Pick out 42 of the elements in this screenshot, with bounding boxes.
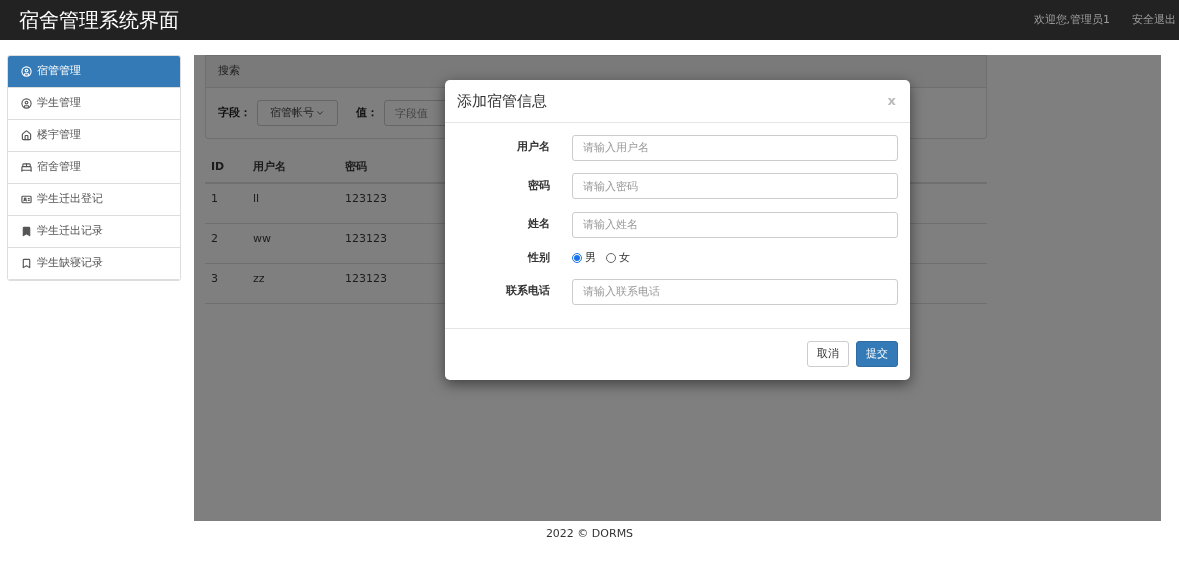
cancel-button[interactable]: 取消 <box>807 341 849 367</box>
table-cell: ww <box>253 231 271 245</box>
table-cell: zz <box>253 271 265 285</box>
value-label: 值： <box>356 104 378 121</box>
table-cell: ll <box>253 192 260 205</box>
field-label: 姓名 <box>527 216 550 232</box>
field-label: 密码 <box>527 177 550 194</box>
radio-option[interactable]: 男 <box>572 249 596 266</box>
field-label: 联系电话 <box>505 283 550 299</box>
text-field[interactable]: 请输入用户名 <box>572 134 898 161</box>
user-icon <box>21 66 32 77</box>
house-icon <box>21 130 32 141</box>
bookmark-icon <box>21 226 32 237</box>
table-cell: 1 <box>211 192 218 205</box>
id-card-icon <box>21 194 32 205</box>
column-header: ID <box>211 160 225 174</box>
app-title: 宿舍管理系统界面 <box>19 7 179 34</box>
radio-option[interactable]: 女 <box>606 249 630 266</box>
bed-icon <box>21 162 32 173</box>
table-cell: 2 <box>211 231 218 245</box>
text-field[interactable]: 请输入密码 <box>572 173 898 199</box>
user-icon <box>21 98 32 109</box>
table-cell: 3 <box>211 271 218 285</box>
field-label: 字段： <box>218 104 251 121</box>
chevron-down-icon <box>315 108 325 118</box>
field-label: 用户名 <box>516 139 550 155</box>
bookmark-icon <box>21 258 32 269</box>
column-header: 密码 <box>345 160 367 174</box>
field-select[interactable]: 宿管帐号 <box>257 100 338 126</box>
search-heading: 搜索 <box>218 63 240 80</box>
table-cell: 123123 <box>345 192 387 205</box>
text-field[interactable]: 请输入联系电话 <box>572 278 898 305</box>
text-field[interactable]: 请输入姓名 <box>572 211 898 238</box>
sidebar-item[interactable]: 宿管管理 <box>8 56 180 88</box>
column-header: 用户名 <box>253 160 286 174</box>
footer-text: 2022 © DORMS <box>545 526 634 542</box>
logout-link[interactable]: 安全退出 <box>1132 11 1176 29</box>
table-cell: 123123 <box>345 271 387 285</box>
submit-button[interactable]: 提交 <box>856 341 898 367</box>
table-cell: 123123 <box>345 231 387 245</box>
welcome-text: 欢迎您,管理员1 <box>1033 11 1110 28</box>
field-label: 性别 <box>526 249 550 266</box>
